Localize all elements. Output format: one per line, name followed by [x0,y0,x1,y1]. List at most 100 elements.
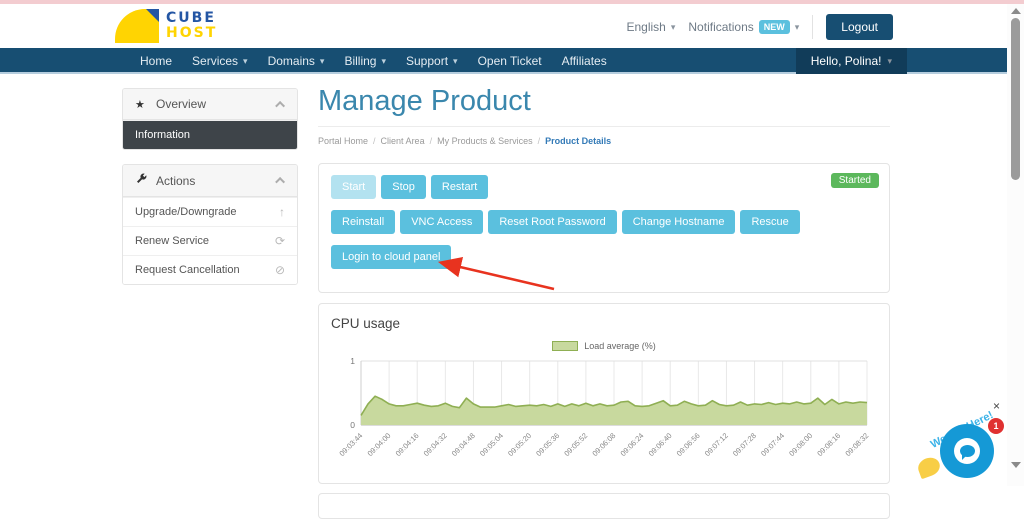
chart-legend: Load average (%) [331,341,877,352]
caret-down-icon: ▾ [670,21,676,32]
caret-down-icon: ▾ [453,55,458,66]
cpu-usage-panel: CPU usage Load average (%) 09:03:44 09:04… [318,303,890,485]
caret-down-icon: ▾ [319,55,325,66]
svg-text:09:07:44: 09:07:44 [759,431,786,458]
breadcrumb: Portal Home / Client Area / My Products & Se… [318,136,612,147]
breadcrumb-product-details: Product Details [545,136,612,147]
nav-item-billing[interactable]: Billing ▾ [334,48,396,74]
cubehost-client-area-page: { "header": { "logo_line1": "CUBE", "log… [0,0,1024,519]
svg-text:09:05:36: 09:05:36 [534,431,561,458]
caret-down-icon: ▾ [243,55,248,66]
logout-button[interactable]: Logout [826,14,893,40]
svg-text:09:06:24: 09:06:24 [619,431,646,458]
caret-down-icon: ▾ [887,55,892,66]
refresh-icon: ⟳ [274,234,285,248]
svg-text:09:08:16: 09:08:16 [815,431,842,458]
actions-panel: Actions Upgrade/Downgrade ↑ Renew Servic… [122,164,298,285]
wrench-icon [135,173,148,188]
logo-line1: CUBE [166,9,216,26]
header-controls: English ▾ Notifications NEW ▾ Logout [627,14,893,40]
page-top-border [0,0,1024,4]
breadcrumb-my-products[interactable]: My Products & Services [437,136,533,146]
manage-buttons-row: Reinstall VNC Access Reset Root Password… [331,210,877,235]
overview-panel-header[interactable]: ★ Overview [123,89,297,120]
restart-button[interactable]: Restart [430,175,489,200]
panel-buttons-row: Login to cloud panel [331,245,877,270]
nav-item-services[interactable]: Services ▾ [182,48,258,74]
overview-title: Overview [156,97,207,111]
svg-text:09:07:12: 09:07:12 [703,431,730,458]
svg-text:09:04:16: 09:04:16 [394,431,421,458]
header-separator [812,15,814,39]
vnc-access-button[interactable]: VNC Access [400,210,484,235]
cubehost-logo-icon [115,9,159,43]
change-hostname-button[interactable]: Change Hostname [621,210,736,235]
scrollbar-up-arrow-icon[interactable] [1011,8,1021,14]
chat-launcher-button[interactable] [940,424,994,478]
header: CUBE HOST English ▾ Notifications NEW ▾ … [0,4,1007,48]
actions-title: Actions [156,173,196,188]
cubehost-logo-text: CUBE HOST [166,9,217,42]
chart-title: CPU usage [331,316,401,332]
main-content: Manage Product Portal Home / Client Area / M… [318,86,890,519]
new-badge: NEW [758,20,790,34]
actions-panel-header[interactable]: Actions [123,165,297,197]
language-dropdown[interactable]: English ▾ [627,20,676,34]
svg-text:09:08:00: 09:08:00 [787,431,814,458]
sidebar-item-upgrade-downgrade[interactable]: Upgrade/Downgrade ↑ [123,197,297,226]
svg-text:09:07:28: 09:07:28 [731,431,758,458]
nav-item-affiliates[interactable]: Affiliates [552,48,617,74]
live-chat-widget: × We Are Here! 1 [915,400,1008,484]
svg-text:09:04:00: 09:04:00 [366,431,393,458]
svg-text:09:06:40: 09:06:40 [647,431,674,458]
svg-text:09:05:20: 09:05:20 [506,431,533,458]
overview-panel: ★ Overview Information [122,88,298,150]
svg-text:1: 1 [350,356,355,366]
nav-item-support[interactable]: Support ▾ [396,48,468,74]
svg-text:09:05:52: 09:05:52 [562,431,589,458]
breadcrumb-portal-home[interactable]: Portal Home [318,136,368,146]
chat-notification-badge: 1 [988,418,1004,434]
vertical-scrollbar[interactable] [1007,4,1024,486]
cubehost-logo[interactable]: CUBE HOST [115,9,217,43]
sidebar: ★ Overview Information Actions Upgrade/D… [122,88,298,299]
rescue-button[interactable]: Rescue [740,210,800,235]
reinstall-button[interactable]: Reinstall [331,210,396,235]
product-controls-panel: Started Start Stop Restart Reinstall VNC… [318,163,890,294]
sidebar-item-renew-service[interactable]: Renew Service ⟳ [123,226,297,255]
power-buttons-row: Start Stop Restart [331,175,877,200]
sidebar-item-request-cancellation[interactable]: Request Cancellation ⊘ [123,255,297,284]
reset-root-password-button[interactable]: Reset Root Password [488,210,617,235]
scrollbar-down-arrow-icon[interactable] [1011,462,1021,468]
scrollbar-thumb[interactable] [1011,18,1020,180]
nav-item-home[interactable]: Home [130,48,182,74]
svg-text:09:08:32: 09:08:32 [843,431,870,458]
chat-bubble-icon [959,445,975,460]
nav-item-domains[interactable]: Domains ▾ [258,48,335,74]
nav-item-open-ticket[interactable]: Open Ticket [468,48,552,74]
stop-button[interactable]: Stop [381,175,426,200]
start-button[interactable]: Start [331,175,377,200]
chevron-up-icon [275,176,286,187]
hand-icon [915,454,943,480]
star-icon: ★ [135,98,145,111]
svg-text:09:05:04: 09:05:04 [478,431,505,458]
svg-text:09:03:44: 09:03:44 [337,431,364,458]
page-title: Manage Product [318,86,890,128]
legend-swatch [552,341,579,352]
next-panel-partial [318,493,890,519]
chat-inner-circle [954,438,980,464]
notifications-dropdown[interactable]: Notifications NEW ▾ [688,20,799,34]
svg-text:09:06:56: 09:06:56 [675,431,702,458]
main-navbar: Home Services ▾ Domains ▾ Billing ▾ Support… [0,48,1007,74]
login-to-cloud-panel-button[interactable]: Login to cloud panel [331,245,452,270]
sidebar-item-information[interactable]: Information [123,120,297,149]
chevron-up-icon [275,100,286,111]
svg-text:09:06:08: 09:06:08 [590,431,617,458]
cpu-usage-chart: 09:03:44 09:04:00 09:04:16 09:04:32 09:04:48… [337,356,870,458]
ban-icon: ⊘ [274,263,285,277]
user-menu[interactable]: Hello, Polina! ▾ [795,48,907,74]
language-label: English [626,20,666,34]
breadcrumb-client-area[interactable]: Client Area [381,136,425,146]
status-badge: Started [830,173,879,189]
